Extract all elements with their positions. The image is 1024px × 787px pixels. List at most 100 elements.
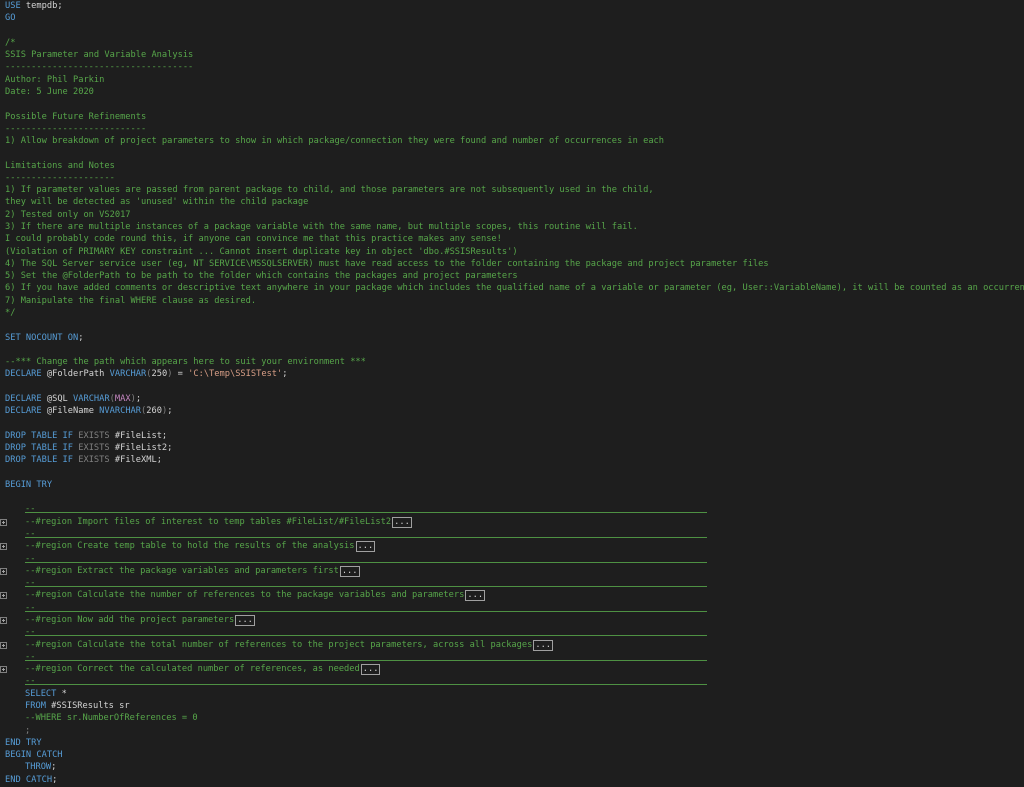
code-line[interactable]: SSIS Parameter and Variable Analysis xyxy=(5,49,193,61)
expand-region-icon[interactable] xyxy=(0,518,7,526)
code-token: 6) If you have added comments or descrip… xyxy=(5,283,1024,294)
code-token: @FolderPath xyxy=(41,369,110,380)
region-separator-line: -- xyxy=(25,651,36,662)
collapsed-region[interactable]: --#region Calculate the number of refere… xyxy=(25,589,486,602)
code-editor[interactable]: USE tempdb; GO /* SSIS Parameter and Variab… xyxy=(0,0,1024,787)
code-line[interactable]: (Violation of PRIMARY KEY constraint ...… xyxy=(5,246,518,258)
code-line[interactable]: ; xyxy=(25,725,30,737)
code-token: 4) The SQL Server service user (eg, NT S… xyxy=(5,258,769,269)
code-line[interactable]: Author: Phil Parkin xyxy=(5,74,104,86)
code-line[interactable]: Possible Future Refinements xyxy=(5,111,146,123)
code-line[interactable]: THROW; xyxy=(25,761,56,773)
code-token: --*** Change the path which appears here… xyxy=(5,357,366,368)
expand-region-icon[interactable] xyxy=(0,666,7,674)
collapsed-region[interactable]: --#region Create temp table to hold the … xyxy=(25,540,376,553)
code-line[interactable]: 1) If parameter values are passed from p… xyxy=(5,184,654,196)
code-token: GO xyxy=(5,13,16,24)
expand-region-icon[interactable] xyxy=(0,543,7,551)
code-line[interactable]: 4) The SQL Server service user (eg, NT S… xyxy=(5,258,769,270)
code-line[interactable]: DROP TABLE IF EXISTS #FileXML; xyxy=(5,454,162,466)
code-line[interactable]: 2) Tested only on VS2017 xyxy=(5,209,131,221)
code-token: */ xyxy=(5,308,16,318)
collapsed-region[interactable]: --#region Import files of interest to te… xyxy=(25,516,412,528)
code-line[interactable]: 1) Allow breakdown of project parameters… xyxy=(5,135,664,147)
region-divider xyxy=(25,561,707,563)
code-token: EXISTS xyxy=(73,455,110,466)
expand-region-icon[interactable] xyxy=(0,641,7,649)
code-token: ; xyxy=(135,393,142,404)
code-token: (Violation of PRIMARY KEY constraint ...… xyxy=(5,246,518,257)
code-line[interactable]: GO xyxy=(5,12,15,24)
expand-region-icon[interactable] xyxy=(0,567,7,575)
code-line[interactable]: SELECT * xyxy=(25,688,67,700)
code-line[interactable]: USE tempdb; xyxy=(5,0,63,12)
code-line[interactable]: BEGIN TRY xyxy=(5,479,52,491)
code-line[interactable]: --------------------------- xyxy=(5,123,146,135)
code-line[interactable]: --WHERE sr.NumberOfReferences = 0 xyxy=(25,712,198,724)
code-line[interactable]: /* xyxy=(5,37,15,49)
code-token: * xyxy=(56,688,67,699)
code-line[interactable]: DECLARE @SQL VARCHAR(MAX); xyxy=(5,393,141,405)
expand-region-icon[interactable] xyxy=(0,617,7,624)
code-token: ; xyxy=(282,369,288,380)
code-token: ; xyxy=(51,762,57,773)
code-token: END TRY xyxy=(5,737,42,748)
code-token: 1) If parameter values are passed from p… xyxy=(5,185,654,196)
code-token: @SQL xyxy=(41,393,74,404)
code-line[interactable]: 5) Set the @FolderPath to be path to the… xyxy=(5,270,518,282)
code-token: Limitations and Notes xyxy=(5,160,115,171)
code-line[interactable]: DECLARE @FolderPath VARCHAR(250) = 'C:\T… xyxy=(5,368,288,380)
collapsed-region[interactable]: --#region Now add the project parameters… xyxy=(25,614,255,626)
collapsed-region[interactable]: --#region Correct the calculated number … xyxy=(25,663,381,676)
code-line[interactable]: I could probably code round this, if any… xyxy=(5,233,502,245)
code-line[interactable]: they will be detected as 'unused' within… xyxy=(5,196,308,208)
code-token: ; xyxy=(25,725,31,736)
code-line[interactable]: DROP TABLE IF EXISTS #FileList2; xyxy=(5,442,172,454)
collapsed-region-ellipsis[interactable]: ... xyxy=(360,664,381,676)
collapsed-region-ellipsis[interactable]: ... xyxy=(235,615,255,626)
code-line[interactable]: SET NOCOUNT ON; xyxy=(5,332,83,344)
region-label: --#region Import files of interest to te… xyxy=(25,516,392,527)
code-line[interactable]: Date: 5 June 2020 xyxy=(5,86,94,98)
code-line[interactable]: 6) If you have added comments or descrip… xyxy=(5,282,1024,294)
code-line[interactable]: END CATCH; xyxy=(5,774,57,786)
collapsed-region-ellipsis[interactable]: ... xyxy=(465,590,486,602)
code-line[interactable]: FROM #SSISResults sr xyxy=(25,700,130,712)
region-separator-line: -- xyxy=(25,602,36,613)
collapsed-region-ellipsis[interactable]: ... xyxy=(355,541,376,553)
collapsed-region[interactable]: --#region Extract the package variables … xyxy=(25,565,360,577)
region-divider xyxy=(25,610,707,612)
code-token: MAX xyxy=(114,393,131,404)
collapsed-region[interactable]: --#region Calculate the total number of … xyxy=(25,639,554,651)
code-line[interactable]: --*** Change the path which appears here… xyxy=(5,356,366,368)
region-label: --#region Extract the package variables … xyxy=(25,565,339,576)
code-token: = xyxy=(172,369,189,380)
code-line[interactable]: 3) If there are multiple instances of a … xyxy=(5,221,638,233)
region-divider xyxy=(25,659,707,661)
code-line[interactable]: */ xyxy=(5,307,15,319)
code-line[interactable]: Limitations and Notes xyxy=(5,160,115,172)
code-token: 1) Allow breakdown of project parameters… xyxy=(5,136,665,147)
code-line[interactable]: --------------------- xyxy=(5,172,115,184)
collapsed-region-ellipsis[interactable]: ... xyxy=(392,516,412,528)
code-token: VARCHAR xyxy=(73,393,110,404)
code-token: --------------------------- xyxy=(5,123,147,134)
code-line[interactable]: ------------------------------------ xyxy=(5,61,193,73)
code-line[interactable]: DROP TABLE IF EXISTS #FileList; xyxy=(5,430,167,442)
code-token: DECLARE xyxy=(5,369,42,380)
code-line[interactable]: 7) Manipulate the final WHERE clause as … xyxy=(5,295,256,307)
region-separator-line: -- xyxy=(25,529,36,540)
code-token: ------------------------------------ xyxy=(5,62,194,73)
code-line[interactable]: BEGIN CATCH xyxy=(5,749,63,761)
code-line[interactable]: END TRY xyxy=(5,737,42,749)
code-token: BEGIN TRY xyxy=(5,479,53,490)
region-separator-line: -- xyxy=(25,578,36,589)
expand-region-icon[interactable] xyxy=(0,592,7,600)
collapsed-region-ellipsis[interactable]: ... xyxy=(339,565,360,577)
code-token: 3) If there are multiple instances of a … xyxy=(5,222,638,233)
code-token: --------------------- xyxy=(5,172,115,183)
collapsed-region-ellipsis[interactable]: ... xyxy=(533,639,554,651)
code-token: SELECT xyxy=(25,688,57,699)
code-line[interactable]: DECLARE @FileName NVARCHAR(260); xyxy=(5,405,172,417)
region-separator-line: -- xyxy=(25,676,36,687)
